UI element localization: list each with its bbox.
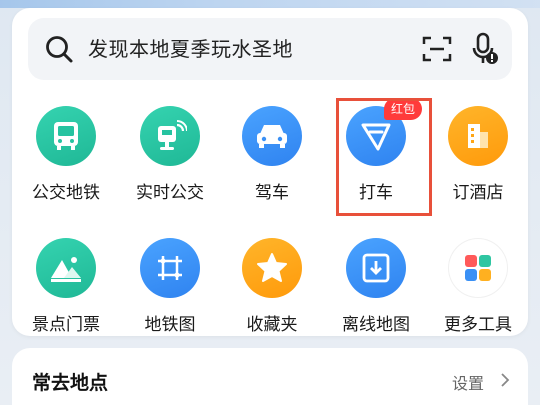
- shortcut-subway-map[interactable]: 地铁图: [118, 230, 222, 340]
- shortcut-drive[interactable]: 驾车: [220, 98, 324, 208]
- search-input[interactable]: 发现本地夏季玩水圣地: [88, 18, 293, 80]
- shortcut-realtime-bus[interactable]: 实时公交: [118, 98, 222, 208]
- background-strip: [0, 0, 540, 8]
- shortcut-more-tools[interactable]: 更多工具: [426, 230, 530, 340]
- shortcut-label: 更多工具: [444, 315, 512, 335]
- scan-icon[interactable]: [422, 35, 452, 63]
- shortcut-label: 地铁图: [144, 315, 196, 335]
- shortcut-label: 驾车: [255, 183, 289, 203]
- frequent-places-panel: 常去地点 设置: [12, 348, 528, 405]
- download-icon: [346, 238, 406, 298]
- grid-icon: [448, 238, 508, 298]
- red-packet-badge: 红包: [384, 98, 423, 120]
- hotel-icon: [448, 106, 508, 166]
- shortcut-offline-map[interactable]: 离线地图: [324, 230, 428, 340]
- settings-link[interactable]: 设置: [452, 370, 484, 394]
- shortcut-label: 景点门票: [32, 315, 100, 335]
- shortcut-hotel[interactable]: 订酒店: [426, 98, 530, 208]
- frequent-places-title: 常去地点: [32, 372, 109, 394]
- shortcut-favorites[interactable]: 收藏夹: [220, 230, 324, 340]
- shortcut-label: 离线地图: [342, 315, 410, 335]
- bus-icon: [36, 106, 96, 166]
- car-icon: [242, 106, 302, 166]
- search-icon: [46, 36, 73, 63]
- scenic-icon: [36, 238, 96, 298]
- main-card: 发现本地夏季玩水圣地 公交地铁 实时公交 驾车 红包 打车 订酒店 景点门票 地…: [12, 8, 528, 336]
- shortcut-taxi[interactable]: 红包 打车: [324, 98, 428, 208]
- shortcut-label: 订酒店: [452, 183, 504, 203]
- search-bar[interactable]: 发现本地夏季玩水圣地: [28, 18, 512, 80]
- shortcut-label: 打车: [359, 183, 393, 203]
- shortcut-bus-metro[interactable]: 公交地铁: [14, 98, 118, 208]
- voice-icon[interactable]: [470, 32, 500, 66]
- chevron-right-icon[interactable]: [500, 372, 510, 388]
- shortcut-label: 实时公交: [136, 183, 204, 203]
- shortcut-label: 收藏夹: [246, 315, 298, 335]
- shortcut-scenic-tickets[interactable]: 景点门票: [14, 230, 118, 340]
- shortcut-label: 公交地铁: [32, 183, 100, 203]
- realtime-bus-icon: [140, 106, 200, 166]
- star-icon: [242, 238, 302, 298]
- subway-map-icon: [140, 238, 200, 298]
